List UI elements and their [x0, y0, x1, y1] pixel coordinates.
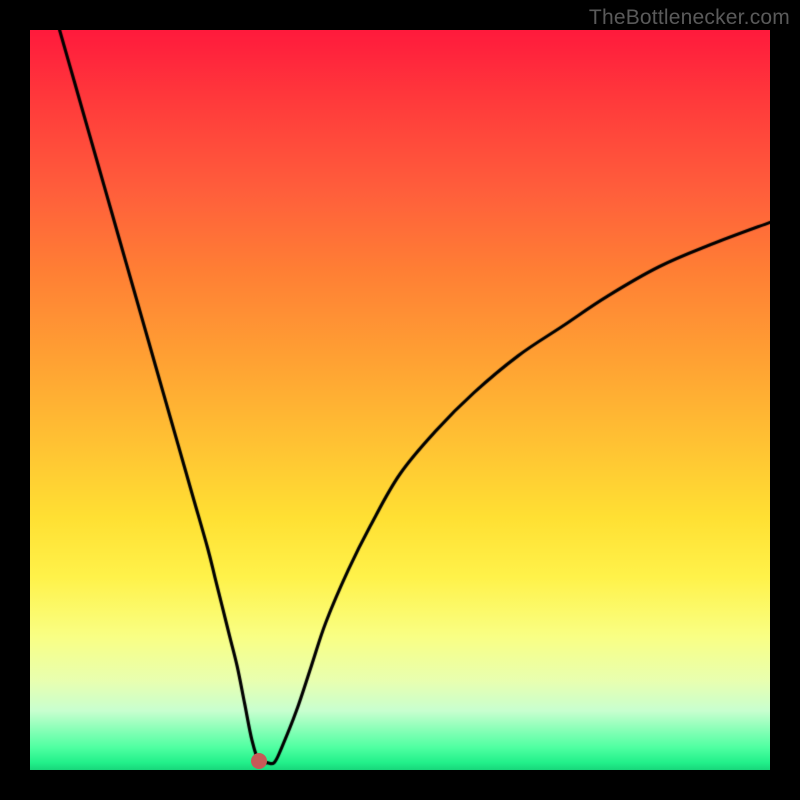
- plot-area: [30, 30, 770, 770]
- chart-frame: TheBottleneсker.com: [0, 0, 800, 800]
- bottleneck-curve: [30, 30, 770, 770]
- optimal-point-marker: [251, 753, 267, 769]
- watermark-text: TheBottleneсker.com: [589, 6, 790, 30]
